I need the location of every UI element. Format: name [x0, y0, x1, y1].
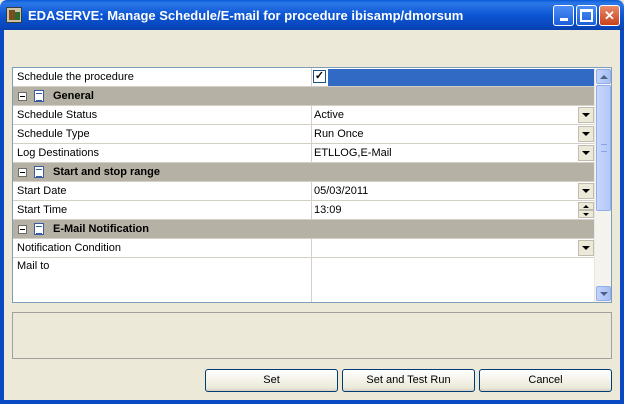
set-button[interactable]: Set [205, 369, 338, 392]
row-label: Log Destinations [13, 144, 312, 162]
description-panel [12, 312, 612, 359]
spin-down-icon[interactable] [578, 210, 594, 218]
document-icon [34, 223, 44, 235]
property-rows: Schedule the procedure ✓ General Schedul… [13, 68, 595, 302]
document-icon [34, 90, 44, 102]
row-value-text: 13:09 [314, 204, 342, 216]
row-log-destinations[interactable]: Log Destinations ETLLOG,E-Mail [13, 144, 595, 163]
close-button[interactable]: ✕ [599, 5, 620, 26]
minimize-button[interactable] [553, 5, 574, 26]
row-label: Schedule Type [13, 125, 312, 143]
row-value-text: Run Once [314, 128, 364, 140]
category-title: General [53, 90, 94, 102]
row-value[interactable]: ✓ [312, 68, 595, 86]
row-value-text: Active [314, 109, 344, 121]
collapse-icon[interactable] [18, 91, 27, 101]
row-label: Notification Condition [13, 239, 312, 257]
scrollbar-thumb[interactable] [596, 85, 611, 211]
start-time-spinner[interactable]: 13:09 [312, 201, 595, 219]
row-label: Mail to [13, 258, 312, 302]
app-icon[interactable] [6, 7, 22, 23]
spin-up-icon[interactable] [578, 202, 594, 210]
category-title: Start and stop range [53, 166, 160, 178]
category-general[interactable]: General [13, 87, 595, 106]
row-label: Schedule the procedure [13, 68, 312, 86]
document-icon [34, 166, 44, 178]
category-start-stop-range[interactable]: Start and stop range [13, 163, 595, 182]
row-schedule-type[interactable]: Schedule Type Run Once [13, 125, 595, 144]
scroll-up-icon[interactable] [596, 69, 611, 84]
row-notification-condition[interactable]: Notification Condition [13, 239, 595, 258]
maximize-button[interactable] [576, 5, 597, 26]
row-schedule-status[interactable]: Schedule Status Active [13, 106, 595, 125]
window-frame-bottom [0, 400, 624, 404]
row-mail-to[interactable]: Mail to [13, 258, 595, 302]
dropdown-arrow-icon[interactable] [578, 183, 594, 199]
row-label: Start Date [13, 182, 312, 200]
log-destinations-select[interactable]: ETLLOG,E-Mail [312, 144, 595, 162]
dropdown-arrow-icon[interactable] [578, 126, 594, 142]
schedule-type-select[interactable]: Run Once [312, 125, 595, 143]
window-frame-left [0, 30, 4, 404]
title-bar[interactable]: EDASERVE: Manage Schedule/E-mail for pro… [0, 0, 624, 30]
cancel-button[interactable]: Cancel [479, 369, 612, 392]
collapse-icon[interactable] [18, 224, 27, 234]
schedule-status-select[interactable]: Active [312, 106, 595, 124]
mail-to-field[interactable] [312, 258, 595, 302]
spin-buttons[interactable] [578, 202, 594, 218]
window-title: EDASERVE: Manage Schedule/E-mail for pro… [28, 8, 464, 23]
dropdown-arrow-icon[interactable] [578, 145, 594, 161]
category-email-notification[interactable]: E-Mail Notification [13, 220, 595, 239]
selection-highlight [328, 69, 595, 86]
category-title: E-Mail Notification [53, 223, 149, 235]
row-label: Start Time [13, 201, 312, 219]
row-start-time[interactable]: Start Time 13:09 [13, 201, 595, 220]
vertical-scrollbar[interactable] [594, 68, 611, 302]
dropdown-arrow-icon[interactable] [578, 240, 594, 256]
window-frame-right [620, 30, 624, 404]
row-label: Schedule Status [13, 106, 312, 124]
start-date-picker[interactable]: 05/03/2011 [312, 182, 595, 200]
set-and-test-run-button[interactable]: Set and Test Run [342, 369, 475, 392]
collapse-icon[interactable] [18, 167, 27, 177]
schedule-checkbox[interactable]: ✓ [313, 70, 326, 83]
row-value-text: 05/03/2011 [314, 185, 369, 197]
property-grid[interactable]: Schedule the procedure ✓ General Schedul… [12, 67, 612, 303]
row-value-text: ETLLOG,E-Mail [314, 147, 392, 159]
notification-condition-select[interactable] [312, 239, 595, 257]
scroll-down-icon[interactable] [596, 286, 611, 301]
dropdown-arrow-icon[interactable] [578, 107, 594, 123]
row-start-date[interactable]: Start Date 05/03/2011 [13, 182, 595, 201]
row-schedule-procedure[interactable]: Schedule the procedure ✓ [13, 68, 595, 87]
